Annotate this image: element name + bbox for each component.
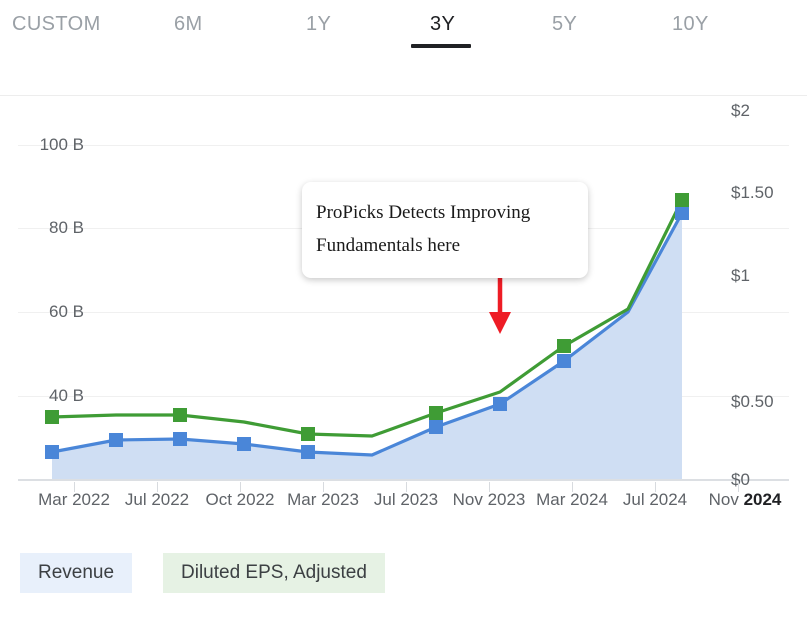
revenue-marker xyxy=(557,354,571,368)
tab-custom[interactable]: CUSTOM xyxy=(8,11,105,38)
active-tab-underline xyxy=(411,44,471,48)
tab-6m[interactable]: 6M xyxy=(170,11,207,38)
x-tick-label-oct-2022: Oct 2022 xyxy=(205,490,275,509)
plot-svg xyxy=(45,193,689,479)
eps-marker xyxy=(675,193,689,207)
eps-marker xyxy=(557,339,571,353)
legend-item-diluted-eps-adjusted[interactable]: Diluted EPS, Adjusted xyxy=(163,553,385,593)
revenue-marker xyxy=(109,433,123,447)
x-tick-label-jul-2022: Jul 2022 xyxy=(124,490,190,509)
revenue-marker xyxy=(237,437,251,451)
x-tick-label-nov-2024: Nov 2024 xyxy=(708,490,782,509)
chart-container: 100 B 80 B 60 B 40 B $2 $1.50 $1 $0.50 $… xyxy=(0,56,807,526)
revenue-marker xyxy=(429,420,443,434)
x-tick-label-mar-2024: Mar 2024 xyxy=(536,490,608,509)
tab-3y[interactable]: 3Y xyxy=(426,11,459,38)
tab-5y[interactable]: 5Y xyxy=(548,11,581,38)
revenue-marker xyxy=(45,445,59,459)
legend-item-revenue[interactable]: Revenue xyxy=(20,553,133,593)
annotation-line-1: ProPicks Detects Improving xyxy=(316,202,531,223)
tab-1y[interactable]: 1Y xyxy=(302,11,335,38)
x-tick-label-nov-2023: Nov 2023 xyxy=(452,490,526,509)
eps-marker xyxy=(173,408,187,422)
annotation-line-2: Fundamentals here xyxy=(316,235,461,256)
x-tick-label-mar-2022: Mar 2022 xyxy=(38,490,110,509)
tab-10y[interactable]: 10Y xyxy=(668,11,713,38)
chart-legend: Revenue Diluted EPS, Adjusted xyxy=(0,553,807,601)
eps-marker xyxy=(429,406,443,420)
x-tick-label-mar-2023: Mar 2023 xyxy=(287,490,359,509)
eps-marker xyxy=(301,427,315,441)
x-tick-label-jul-2023: Jul 2023 xyxy=(373,490,439,509)
annotation-callout: ProPicks Detects Improving Fundamentals … xyxy=(302,182,588,278)
revenue-marker xyxy=(493,397,507,411)
period-tab-bar: CUSTOM 6M 1Y 3Y 5Y 10Y xyxy=(0,0,807,56)
eps-marker xyxy=(45,410,59,424)
revenue-marker xyxy=(173,432,187,446)
x-tick-label-jul-2024: Jul 2024 xyxy=(622,490,688,509)
revenue-marker xyxy=(675,206,689,220)
revenue-marker xyxy=(301,445,315,459)
